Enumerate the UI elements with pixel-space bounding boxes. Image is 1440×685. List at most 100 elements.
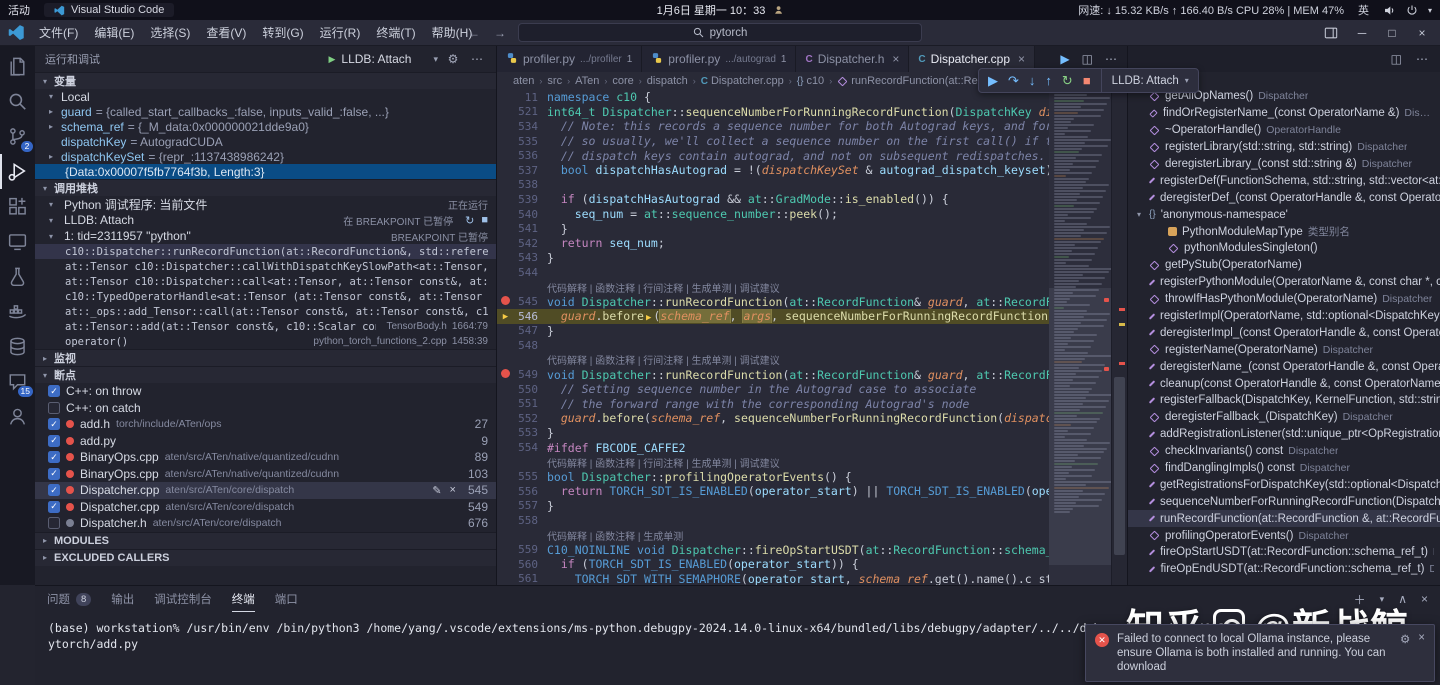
section-header-modules[interactable]: ▸MODULES [35,532,496,549]
outline-item[interactable]: deregisterDef_(const OperatorHandle &, c… [1128,189,1440,206]
editor-more-icon[interactable]: ⋯ [1105,52,1117,66]
stack-frame[interactable]: at::Tensor::add(at::Tensor const&, c10::… [35,319,496,334]
clock[interactable]: 1月6日 星期一 10：33 [657,2,784,18]
activity-testing-icon[interactable] [0,259,35,294]
outline-item[interactable]: registerImpl(OperatorName, std::optional… [1128,308,1440,325]
code-line-547[interactable]: 547} [497,324,1049,339]
minimap[interactable] [1049,90,1111,585]
code-line-542[interactable]: 542 return seq_num; [497,236,1049,251]
code-line-544[interactable]: 544 [497,265,1049,280]
panel-more-icon[interactable]: ⋯ [1416,52,1428,66]
window-title-pill[interactable]: Visual Studio Code [44,3,174,17]
code-line-560[interactable]: 560 if (TORCH_SDT_IS_ENABLED(operator_st… [497,557,1049,572]
outline-item[interactable]: runRecordFunction(at::RecordFunction &, … [1128,510,1440,527]
scrollbar-thumb[interactable] [1114,377,1125,555]
outline-item[interactable]: getRegistrationsForDispatchKey(std::opti… [1128,476,1440,493]
panel-tab-调试控制台[interactable]: 调试控制台 [154,586,212,612]
menu-item-1[interactable]: 编辑(E) [86,24,142,41]
nav-forward-icon[interactable]: → [494,26,506,40]
stop-icon[interactable]: ■ [1083,73,1091,88]
code-editor[interactable]: 11namespace c10 {521int64_t Dispatcher::… [497,90,1049,585]
codelens-row[interactable]: 代码解释 | 函数注释 | 行间注释 | 生成单测 | 调试建议 [497,455,1049,470]
command-center-search[interactable]: pytorch [518,23,922,42]
breakpoint-checkbox[interactable]: ✓ [48,484,60,496]
debug-settings-gear-icon[interactable]: ⚙ [444,52,462,66]
notification-toast[interactable]: ✕ Failed to connect to local Ollama inst… [1085,624,1435,682]
code-line-553[interactable]: 553} [497,426,1049,441]
session-stop-icon[interactable]: ■ [481,214,488,227]
outline-item[interactable]: addRegistrationListener(std::unique_ptr<… [1128,426,1440,443]
breakpoint-row[interactable]: C++: on catch [35,400,496,417]
breakpoint-row[interactable]: ✓C++: on throw [35,383,496,400]
stack-frame[interactable]: at::Tensor c10::Dispatcher::callWithDisp… [35,259,496,274]
tab-close-icon[interactable]: × [1018,52,1025,66]
stack-frame[interactable]: at::Tensor c10::Dispatcher::call<at::Ten… [35,274,496,289]
outline-item[interactable]: fireOpStartUSDT(at::RecordFunction::sche… [1128,544,1440,561]
code-line-551[interactable]: 551 // the forward range with the corres… [497,396,1049,411]
variable-row[interactable]: {Data:0x00007f5fb7764f3b, Length:3} [35,164,496,179]
restart-icon[interactable]: ↻ [1062,73,1073,89]
code-line-534[interactable]: 534 // Note: this records a sequence num… [497,119,1049,134]
code-line-540[interactable]: 540 seq_num = at::sequence_number::peek(… [497,207,1049,222]
stack-frame[interactable]: at::_ops::add_Tensor::call(at::Tensor co… [35,304,496,319]
callstack-session-row[interactable]: ▾Python 调试程序: 当前文件正在运行 [35,196,496,212]
code-line-559[interactable]: 559C10_NOINLINE void Dispatcher::fireOpS… [497,542,1049,557]
codelens-actions[interactable]: 代码解释 | 函数注释 | 行间注释 | 生成单测 | 调试建议 [547,455,1049,470]
notification-settings-gear-icon[interactable]: ⚙ [1400,632,1410,646]
code-line-561[interactable]: 561 TORCH_SDT_WITH_SEMAPHORE(operator_st… [497,572,1049,585]
code-line-541[interactable]: 541 } [497,221,1049,236]
breadcrumb-item[interactable]: CDispatcher.cpp [699,75,786,87]
outline-item[interactable]: ▾{}'anonymous-namespace' [1128,206,1440,223]
code-line-537[interactable]: 537 bool dispatchHasAutograd = !(dispatc… [497,163,1049,178]
breakpoint-checkbox[interactable]: ✓ [48,418,60,430]
editor-tab-profiler.py[interactable]: profiler.py.../autograd1 [642,46,796,72]
code-line-557[interactable]: 557} [497,499,1049,514]
maximize-button[interactable]: □ [1378,26,1406,40]
sidebar-more-icon[interactable]: ⋯ [468,52,486,66]
code-line-552[interactable]: 552 guard.before(schema_ref, sequenceNum… [497,411,1049,426]
step-into-icon[interactable]: ↓ [1029,73,1036,88]
activity-explorer-icon[interactable] [0,49,35,84]
menu-item-2[interactable]: 选择(S) [142,24,198,41]
breakpoint-checkbox[interactable]: ✓ [48,435,60,447]
editor-scrollbar[interactable] [1111,90,1127,585]
activity-remote-icon[interactable] [0,224,35,259]
vscode-logo-icon[interactable] [8,24,25,41]
outline-item[interactable]: deregisterName_(const OperatorHandle &, … [1128,358,1440,375]
notification-close-icon[interactable]: × [1418,632,1425,646]
breakpoint-checkbox[interactable]: ✓ [48,468,60,480]
volume-icon[interactable] [1383,4,1396,17]
continue-icon[interactable]: ▶ [988,73,998,89]
variable-row[interactable]: ▸schema_ref= {_M_data:0x000000021dde9a0} [35,119,496,134]
debug-session-select[interactable]: LLDB: Attach ▾ [1101,69,1189,92]
outline-item[interactable]: cleanup(const OperatorHandle &, const Op… [1128,375,1440,392]
section-header-variables[interactable]: ▾变量 [35,72,496,89]
breadcrumb-item[interactable]: aten [511,75,536,87]
menu-item-5[interactable]: 运行(R) [312,24,369,41]
codelens-row[interactable]: 代码解释 | 函数注释 | 行间注释 | 生成单测 | 调试建议 [497,353,1049,368]
code-line-521[interactable]: 521int64_t Dispatcher::sequenceNumberFor… [497,105,1049,120]
activities-button[interactable]: 活动 [8,2,30,18]
section-header-excluded-callers[interactable]: ▸EXCLUDED CALLERS [35,549,496,566]
panel-tab-问题[interactable]: 问题8 [47,586,91,612]
stack-frame[interactable]: operator()python_torch_functions_2.cpp14… [35,334,496,349]
variables-scope-row[interactable]: ▾Local [35,89,496,104]
activity-chat-icon[interactable]: 15 [0,364,35,399]
code-line-550[interactable]: 550 // Setting sequence number in the Au… [497,382,1049,397]
breadcrumb-item[interactable]: core [610,75,635,87]
minimap-viewport[interactable] [1049,288,1111,565]
split-editor-icon[interactable]: ◫ [1082,52,1093,66]
breakpoint-row[interactable]: ✓Dispatcher.cppaten/src/ATen/core/dispat… [35,482,496,499]
minimize-button[interactable]: ─ [1348,26,1376,40]
breakpoint-checkbox[interactable]: ✓ [48,451,60,463]
breadcrumb-item[interactable]: dispatch [645,75,690,87]
variable-row[interactable]: ▸dispatchKeySet= {repr_:1137438986242} [35,149,496,164]
section-header-breakpoints[interactable]: ▾断点 [35,366,496,383]
variable-row[interactable]: ▸guard= {called_start_callbacks_:false, … [35,104,496,119]
panel-tab-终端[interactable]: 终端 [232,586,255,612]
panel-tab-输出[interactable]: 输出 [111,586,134,612]
breadcrumb-item[interactable]: ATen [573,75,601,87]
callstack-session-row[interactable]: ▾LLDB: Attach在 BREAKPOINT 已暂停↻■ [35,212,496,228]
layout-toggle-icon[interactable] [1324,26,1338,40]
breakpoint-row[interactable]: ✓BinaryOps.cppaten/src/ATen/native/quant… [35,449,496,466]
